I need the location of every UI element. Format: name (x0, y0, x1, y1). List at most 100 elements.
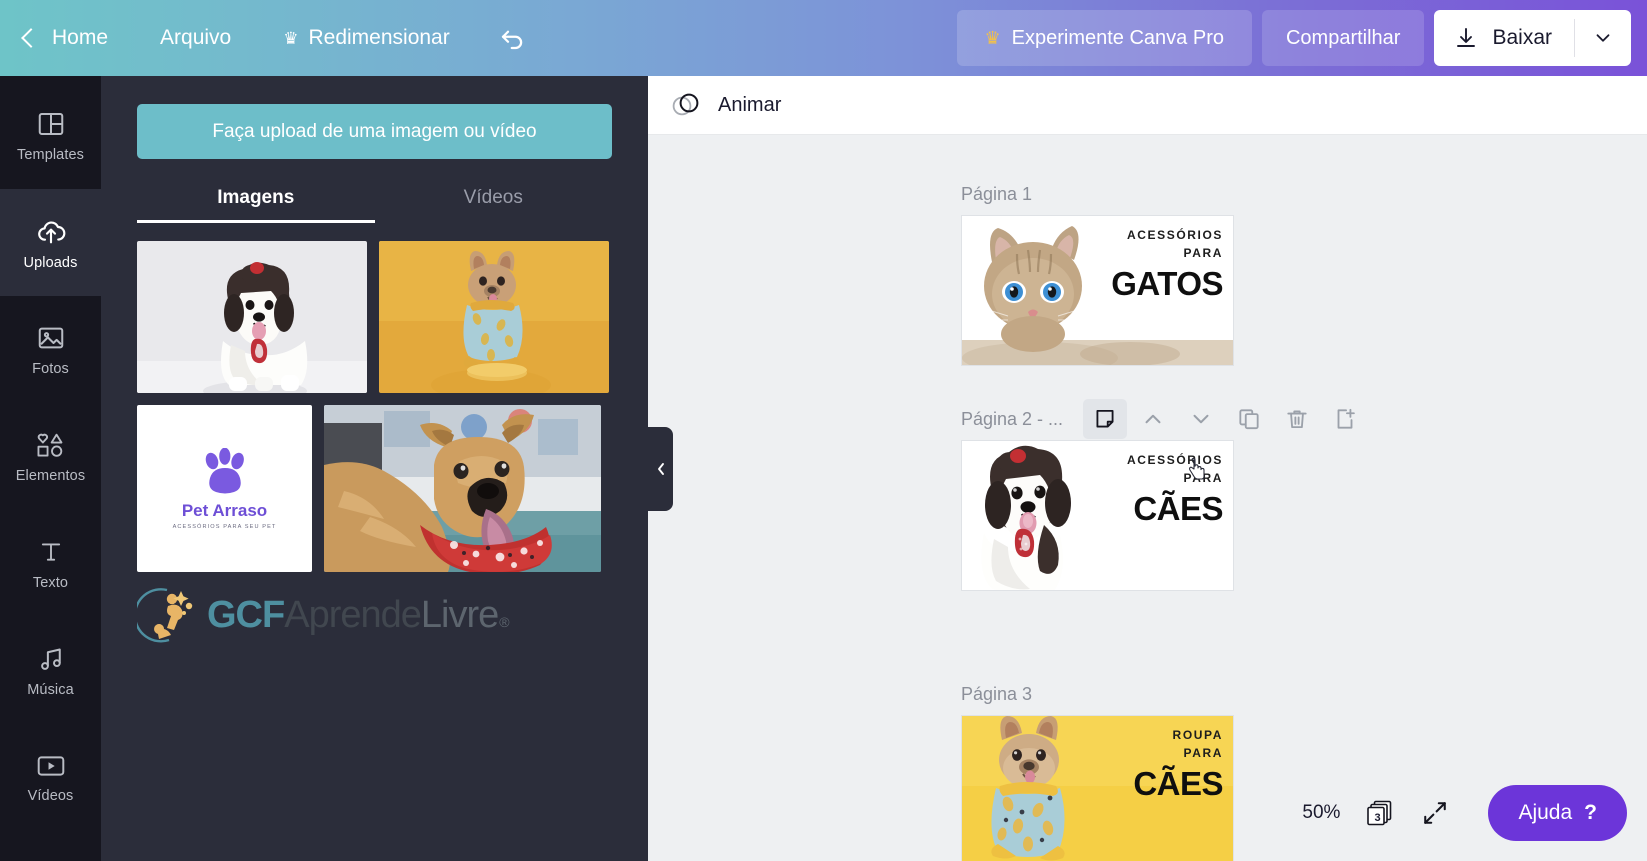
upload-media-button[interactable]: Faça upload de uma imagem ou vídeo (137, 104, 612, 159)
page-count-button[interactable]: 3 (1366, 799, 1396, 827)
thumbnail-row (137, 241, 612, 393)
page-header-2: Página 2 - ... (648, 398, 1647, 440)
page-title: Página 2 - ... (961, 408, 1064, 429)
animate-toolbar: Animar (648, 76, 1647, 135)
pages-scroll-container[interactable]: Página 1 ACESSÓRIOS PARA GATOS Página 2 … (648, 135, 1647, 861)
gcf-brand-mid: Aprende (284, 593, 422, 636)
collapse-panel-button[interactable] (648, 427, 673, 511)
gcf-brand-light: Livre (420, 593, 499, 636)
art-line-2: PARA (1183, 471, 1223, 485)
gcf-figure-icon (137, 588, 193, 643)
page-thumbnail-2[interactable]: ACESSÓRIOS PARA CÃES (961, 440, 1234, 591)
shapes-icon (37, 433, 62, 457)
undo-button[interactable] (476, 23, 550, 53)
page-title: Página 1 (961, 183, 1033, 204)
upload-thumbnail-shih-tzu[interactable] (137, 241, 367, 393)
download-options-button[interactable] (1575, 10, 1631, 66)
sidebar-item-videos[interactable]: Vídeos (0, 724, 101, 831)
animate-button[interactable]: Animar (670, 90, 781, 120)
art-line-1: ACESSÓRIOS (1126, 228, 1223, 242)
shih-tzu-dog-white-background (137, 241, 367, 393)
templates-grid-icon (38, 112, 63, 135)
cloud-upload-icon (37, 220, 65, 243)
move-up-icon (1145, 414, 1161, 424)
page-header-1: Página 1 (648, 173, 1647, 215)
sidebar-item-uploads[interactable]: Uploads (0, 189, 101, 296)
sidebar-item-musica[interactable]: Música (0, 617, 101, 724)
logo-tagline: ACESSÓRIOS PARA SEU PET (172, 523, 277, 530)
top-bar: Home Arquivo ♛ Redimensionar ♛ Experimen… (0, 0, 1647, 76)
canvas-area: Animar Página 1 ACESSÓRIOS PARA GATOS Pá… (648, 76, 1647, 861)
sidebar-item-label: Templates (17, 146, 84, 163)
delete-trash-icon (1287, 410, 1307, 429)
chevron-left-icon (657, 463, 664, 475)
crown-icon: ♛ (283, 28, 299, 48)
download-arrow-icon (1457, 28, 1476, 47)
help-button[interactable]: Ajuda ? (1488, 785, 1627, 841)
duplicate-page-button[interactable] (1227, 399, 1271, 439)
help-label: Ajuda (1518, 801, 1573, 824)
fullscreen-button[interactable] (1422, 800, 1448, 826)
delete-page-button[interactable] (1275, 399, 1319, 439)
art-line-2: PARA (1183, 246, 1223, 260)
try-canva-pro-button[interactable]: ♛ Experimente Canva Pro (956, 10, 1252, 66)
page-block-1: Página 1 ACESSÓRIOS PARA GATOS (648, 173, 1647, 366)
help-question-mark: ? (1584, 801, 1597, 824)
bottom-controls: 50% 3 Ajuda ? (1278, 785, 1627, 841)
logo-brand-name: Pet Arraso (181, 500, 268, 520)
download-button[interactable]: Baixar (1434, 10, 1574, 66)
gcf-registered-mark: ® (499, 613, 510, 630)
page-artwork-text-1: ACESSÓRIOS PARA GATOS (1111, 226, 1223, 300)
text-t-icon (41, 542, 60, 561)
share-button[interactable]: Compartilhar (1261, 10, 1425, 66)
zoom-controls-group: 50% 3 (1278, 786, 1473, 840)
move-down-icon (1193, 414, 1209, 424)
resize-label: Redimensionar (308, 26, 450, 49)
undo-arrow-icon (501, 30, 522, 50)
gcf-brand-bold: GCF (207, 593, 285, 636)
sidebar-item-elementos[interactable]: Elementos (0, 403, 101, 510)
sidebar-item-label: Fotos (32, 360, 69, 377)
page-title: Página 3 (961, 683, 1033, 704)
art-headline: GATOS (1111, 265, 1223, 302)
tab-imagens[interactable]: Imagens (137, 187, 375, 223)
add-page-button[interactable] (1323, 399, 1367, 439)
file-label: Arquivo (160, 26, 232, 49)
notes-page-button[interactable] (1083, 399, 1128, 439)
page-toolbar (1083, 399, 1367, 439)
left-rail: Templates Uploads Fotos Elementos Texto … (0, 76, 101, 861)
home-button[interactable]: Home (0, 0, 134, 76)
zoom-level-label[interactable]: 50% (1302, 802, 1340, 824)
music-note-icon (40, 648, 61, 670)
art-headline: CÃES (1133, 490, 1223, 527)
move-page-down-button[interactable] (1179, 399, 1223, 439)
crown-icon: ♛ (984, 27, 1001, 48)
page-header-3: Página 3 (648, 673, 1647, 715)
top-bar-right-group: ♛ Experimente Canva Pro Compartilhar Bai… (956, 0, 1647, 76)
uploads-panel: Faça upload de uma imagem ou vídeo Image… (101, 76, 648, 861)
sidebar-item-templates[interactable]: Templates (0, 82, 101, 189)
page-count-value: 3 (1374, 812, 1381, 824)
share-label: Compartilhar (1285, 26, 1401, 49)
page-thumbnail-1[interactable]: ACESSÓRIOS PARA GATOS (961, 215, 1234, 366)
upload-thumbnail-dog-bandana[interactable] (324, 405, 601, 572)
tab-videos[interactable]: Vídeos (375, 187, 613, 223)
sidebar-item-texto[interactable]: Texto (0, 510, 101, 617)
resize-button[interactable]: ♛ Redimensionar (257, 0, 476, 76)
upload-button-label: Faça upload de uma imagem ou vídeo (212, 120, 537, 142)
file-menu-button[interactable]: Arquivo (134, 0, 257, 76)
page-artwork-text-2: ACESSÓRIOS PARA CÃES (1127, 451, 1224, 527)
page-thumbnail-3[interactable]: ROUPA PARA CÃES (961, 715, 1234, 861)
upload-thumbnail-french-bulldog[interactable] (379, 241, 609, 393)
download-group: Baixar (1434, 10, 1631, 66)
duplicate-icon (1239, 409, 1259, 430)
sidebar-item-fotos[interactable]: Fotos (0, 296, 101, 403)
move-page-up-button[interactable] (1131, 399, 1175, 439)
dog-with-red-bandana (324, 405, 601, 572)
tab-active-underline (137, 220, 375, 223)
tab-label: Imagens (217, 187, 295, 208)
gcf-aprendelivre-logo: GCF Aprende Livre ® (137, 584, 612, 646)
upload-thumbnail-pet-arraso-logo[interactable]: Pet Arraso ACESSÓRIOS PARA SEU PET (137, 405, 312, 572)
download-label: Baixar (1492, 26, 1552, 49)
sidebar-item-label: Texto (32, 574, 69, 591)
